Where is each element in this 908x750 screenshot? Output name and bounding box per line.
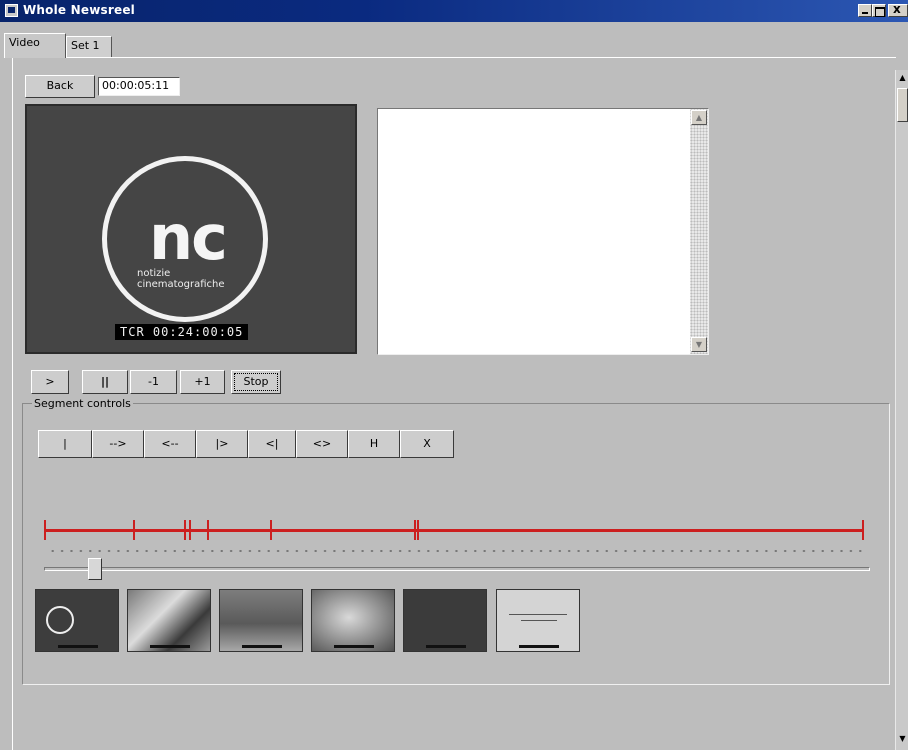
logo-text: nc bbox=[149, 201, 228, 274]
segment-marker[interactable] bbox=[133, 520, 135, 540]
maximize-button[interactable] bbox=[872, 4, 886, 17]
segment-loop-button[interactable]: <> bbox=[296, 430, 348, 458]
segment-rewind-button[interactable]: <| bbox=[248, 430, 296, 458]
segment-marker[interactable] bbox=[207, 520, 209, 540]
scroll-up-icon[interactable]: ▲ bbox=[691, 110, 707, 125]
position-slider-thumb[interactable] bbox=[88, 558, 102, 580]
segment-delete-button[interactable]: X bbox=[400, 430, 454, 458]
segment-thumbnail[interactable] bbox=[403, 589, 487, 652]
segment-marker[interactable] bbox=[184, 520, 186, 540]
title-bar: Whole Newsreel bbox=[0, 0, 908, 22]
scroll-up-icon[interactable]: ▲ bbox=[898, 73, 907, 83]
back-button[interactable]: Back bbox=[25, 75, 95, 98]
close-button[interactable] bbox=[888, 2, 908, 17]
timecode-field[interactable]: 00:00:05:11 bbox=[98, 77, 180, 96]
video-preview[interactable]: nc notizie cinematografiche TCR 00:24:00… bbox=[25, 104, 357, 354]
tab-video[interactable]: Video bbox=[4, 33, 66, 58]
segment-marker[interactable] bbox=[270, 520, 272, 540]
segment-next-button[interactable]: --> bbox=[92, 430, 144, 458]
tab-set-1[interactable]: Set 1 bbox=[66, 36, 112, 57]
segment-timeline[interactable] bbox=[44, 518, 868, 542]
scroll-down-icon[interactable]: ▼ bbox=[898, 734, 907, 744]
notes-textarea[interactable]: ▲ ▼ bbox=[377, 108, 709, 355]
tcr-overlay: TCR 00:24:00:05 bbox=[115, 324, 249, 340]
window-title: Whole Newsreel bbox=[23, 3, 135, 17]
position-slider-track[interactable] bbox=[44, 567, 870, 571]
textarea-scrollbar[interactable]: ▲ ▼ bbox=[690, 109, 708, 354]
pause-button[interactable]: || bbox=[82, 370, 128, 394]
logo-subtitle-2: cinematografiche bbox=[137, 279, 225, 290]
scroll-thumb[interactable] bbox=[897, 88, 908, 122]
segment-thumbnail[interactable] bbox=[35, 589, 119, 652]
segment-marker[interactable] bbox=[414, 520, 416, 540]
stop-button[interactable]: Stop bbox=[231, 370, 281, 394]
step-back-button[interactable]: -1 bbox=[130, 370, 177, 394]
step-forward-button[interactable]: +1 bbox=[180, 370, 225, 394]
segment-controls-label: Segment controls bbox=[32, 397, 133, 410]
scroll-down-icon[interactable]: ▼ bbox=[691, 337, 707, 352]
timeline-bar bbox=[44, 529, 864, 532]
app-icon[interactable] bbox=[5, 4, 18, 17]
segment-prev-button[interactable]: <-- bbox=[144, 430, 196, 458]
segment-mark-button[interactable]: | bbox=[38, 430, 92, 458]
segment-thumbnail[interactable] bbox=[219, 589, 303, 652]
segment-hold-button[interactable]: H bbox=[348, 430, 400, 458]
minimize-button[interactable] bbox=[858, 4, 872, 17]
segment-marker[interactable] bbox=[44, 520, 46, 540]
vertical-scrollbar[interactable]: ▲ ▼ bbox=[895, 70, 908, 750]
segment-thumbnail[interactable] bbox=[496, 589, 580, 652]
segment-marker[interactable] bbox=[417, 520, 419, 540]
segment-marker[interactable] bbox=[189, 520, 191, 540]
segment-thumbnail[interactable] bbox=[311, 589, 395, 652]
segment-play-button[interactable]: |> bbox=[196, 430, 248, 458]
segment-thumbnail[interactable] bbox=[127, 589, 211, 652]
timeline-ticks bbox=[48, 548, 868, 554]
play-button[interactable]: > bbox=[31, 370, 69, 394]
segment-marker[interactable] bbox=[862, 520, 864, 540]
logo-subtitle-1: notizie bbox=[137, 268, 171, 279]
